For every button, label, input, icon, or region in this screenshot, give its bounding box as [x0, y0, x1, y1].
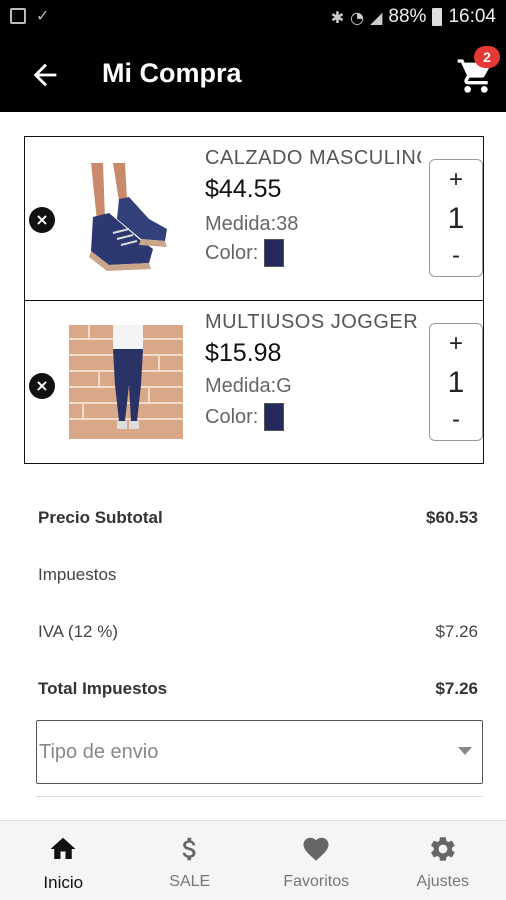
- color-swatch: [264, 403, 285, 431]
- iva-label: IVA (12 %): [38, 622, 118, 641]
- decrease-quantity-button[interactable]: -: [430, 406, 482, 434]
- nav-item-sale[interactable]: SALE: [127, 821, 254, 900]
- battery-percent: 88%: [388, 6, 427, 27]
- nav-label-inicio: Inicio: [43, 873, 84, 892]
- clock: 16:04: [448, 6, 496, 27]
- product-size: Medida:G: [205, 375, 292, 397]
- bottom-navigation: Inicio SALE Favoritos Ajustes: [0, 820, 506, 900]
- arrow-left-icon[interactable]: [28, 58, 62, 92]
- download-done-icon: ✓: [36, 6, 50, 25]
- shipping-type-select[interactable]: Tipo de envio: [36, 720, 483, 784]
- nav-item-favoritos[interactable]: Favoritos: [253, 821, 380, 900]
- remove-item-button[interactable]: ×: [29, 207, 55, 233]
- cart-item: × MULTIUSOS JOGGER $15.98 Medida:G Color…: [25, 301, 483, 465]
- iva-row: IVA (12 %) $7.26: [38, 622, 478, 642]
- page-title: Mi Compra: [102, 58, 242, 88]
- gear-icon: [430, 837, 455, 861]
- nav-item-inicio[interactable]: Inicio: [0, 821, 127, 900]
- product-price: $44.55: [205, 175, 282, 203]
- color-label: Color:: [205, 241, 259, 264]
- wifi-icon: ◔: [350, 7, 365, 27]
- status-bar: ✓ ✱ ◔ ◢ 88% 16:04: [0, 0, 506, 36]
- home-icon: [50, 837, 76, 859]
- status-right: ✱ ◔ ◢ 88% 16:04: [331, 6, 496, 28]
- notification-icons: ✓: [10, 8, 49, 24]
- decrease-quantity-button[interactable]: -: [430, 242, 482, 270]
- product-image-jogger[interactable]: [69, 325, 183, 439]
- quantity-stepper: + 1 -: [429, 159, 483, 277]
- bluetooth-icon: ✱: [330, 7, 345, 27]
- nav-item-ajustes[interactable]: Ajustes: [380, 821, 506, 900]
- color-label: Color:: [205, 405, 259, 428]
- heart-icon: [303, 837, 329, 861]
- product-color: Color:: [205, 239, 285, 267]
- taxes-header-row: Impuestos: [38, 565, 478, 585]
- app-bar: Mi Compra 2: [0, 36, 506, 112]
- total-taxes-label: Total Impuestos: [38, 679, 168, 698]
- increase-quantity-button[interactable]: +: [430, 330, 482, 358]
- quantity-stepper: + 1 -: [429, 323, 483, 441]
- increase-quantity-button[interactable]: +: [430, 166, 482, 194]
- battery-icon: [432, 8, 443, 26]
- subtotal-row: Precio Subtotal $60.53: [38, 508, 478, 528]
- dropdown-caret-icon: [458, 747, 472, 755]
- subtotal-value: $60.53: [426, 508, 478, 527]
- nav-label-ajustes: Ajustes: [416, 873, 469, 890]
- remove-item-button[interactable]: ×: [29, 373, 55, 399]
- iva-value: $7.26: [435, 622, 478, 641]
- total-taxes-value: $7.26: [435, 679, 478, 698]
- quantity-value: 1: [447, 202, 465, 235]
- nav-label-sale: SALE: [169, 873, 211, 890]
- product-name: MULTIUSOS JOGGER: [205, 311, 419, 333]
- product-image-shoes[interactable]: [69, 159, 183, 273]
- dollar-icon: [182, 837, 196, 861]
- cart-item: × CALZADO MASCULINO $44.55 Medida:38 Col…: [25, 137, 483, 301]
- taxes-label: Impuestos: [38, 565, 117, 584]
- total-taxes-row: Total Impuestos $7.26: [38, 679, 478, 699]
- cart-list: × CALZADO MASCULINO $44.55 Medida:38 Col…: [24, 136, 484, 464]
- divider: [36, 796, 483, 797]
- shipping-type-placeholder: Tipo de envio: [39, 741, 159, 763]
- subtotal-label: Precio Subtotal: [38, 508, 163, 527]
- quantity-value: 1: [447, 366, 465, 399]
- cart-count-badge: 2: [474, 46, 500, 68]
- image-notification-icon: [10, 8, 26, 24]
- nav-label-favoritos: Favoritos: [283, 873, 350, 890]
- product-name: CALZADO MASCULINO: [205, 147, 421, 169]
- product-color: Color:: [205, 403, 285, 431]
- product-size: Medida:38: [205, 213, 299, 235]
- color-swatch: [264, 239, 285, 267]
- signal-icon: ◢: [370, 7, 383, 27]
- product-price: $15.98: [205, 339, 282, 367]
